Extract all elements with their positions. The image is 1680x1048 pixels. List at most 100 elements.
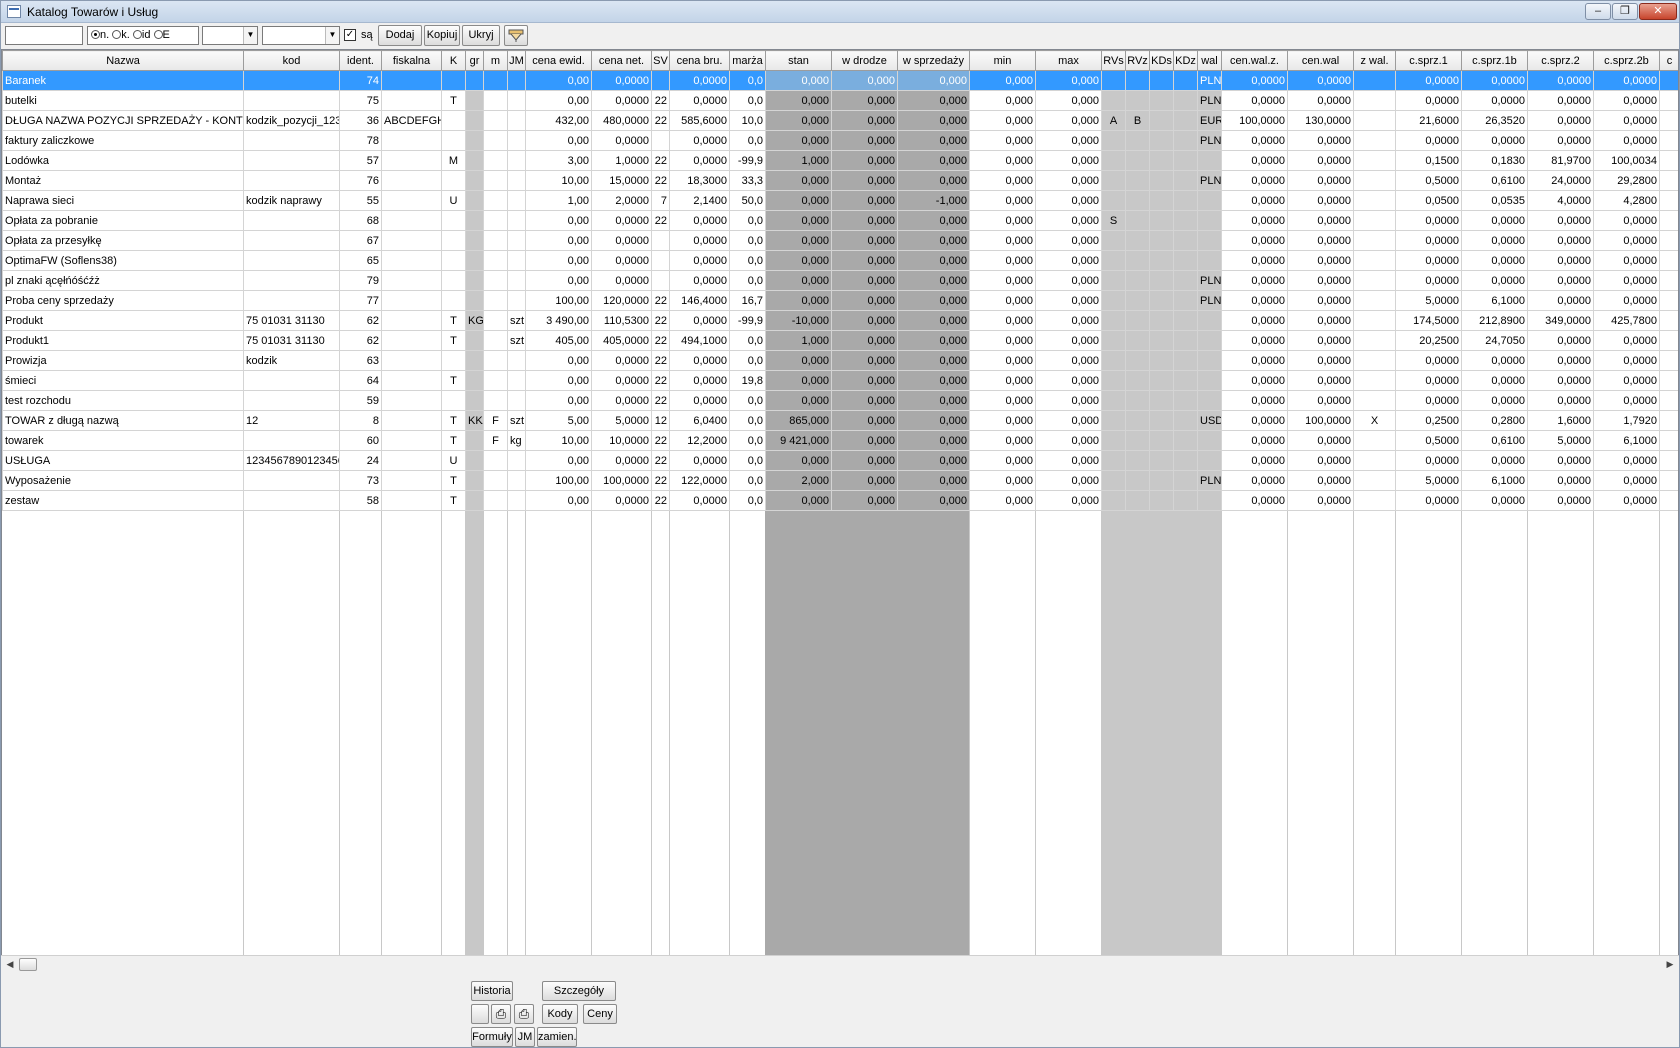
table-cell[interactable]: 0,0000 xyxy=(669,310,730,331)
table-cell[interactable]: 494,1000 xyxy=(669,330,730,351)
table-cell[interactable]: 64 xyxy=(339,370,382,391)
table-cell[interactable] xyxy=(1353,330,1396,351)
table-cell[interactable] xyxy=(1173,270,1198,291)
table-cell[interactable]: kg xyxy=(507,430,526,451)
table-cell[interactable] xyxy=(507,170,526,191)
copy-button[interactable]: Kopiuj xyxy=(424,25,460,46)
table-cell[interactable]: 0,00 xyxy=(525,70,592,91)
table-cell[interactable] xyxy=(1125,450,1150,471)
table-cell[interactable]: 480,0000 xyxy=(591,110,652,131)
table-cell[interactable]: 0,0000 xyxy=(1395,370,1462,391)
table-cell[interactable] xyxy=(381,490,442,511)
table-cell[interactable]: 0,000 xyxy=(1035,90,1102,111)
table-cell[interactable]: 0,000 xyxy=(765,210,832,231)
table-cell[interactable]: 0,000 xyxy=(1035,210,1102,231)
table-cell[interactable]: 0,0000 xyxy=(1395,70,1462,91)
radio-e[interactable] xyxy=(153,30,163,39)
table-cell[interactable]: 0,000 xyxy=(765,190,832,211)
table-row[interactable]: Proba ceny sprzedaży 77 100,00 120,0000 22 14… xyxy=(2,290,1678,311)
table-cell[interactable]: 0,0000 xyxy=(1395,390,1462,411)
table-cell[interactable]: 0,0000 xyxy=(1527,490,1594,511)
table-cell[interactable] xyxy=(1101,250,1126,271)
table-row[interactable]: TOWAR z długą nazwą128TKKAFszt5,005,0000… xyxy=(2,410,1678,431)
table-cell[interactable]: 0,0000 xyxy=(1461,390,1528,411)
table-cell[interactable]: ABCDEFGH xyxy=(381,110,442,131)
table-cell[interactable]: 0,000 xyxy=(897,370,970,391)
table-cell[interactable]: 0,000 xyxy=(765,450,832,471)
table-cell[interactable]: 0,0000 xyxy=(1527,390,1594,411)
table-cell[interactable] xyxy=(243,210,340,231)
table-cell[interactable] xyxy=(1353,270,1396,291)
table-cell[interactable]: 0,0 xyxy=(729,470,766,491)
table-cell[interactable]: 0,0000 xyxy=(1287,330,1354,351)
table-cell[interactable]: 0,0 xyxy=(729,350,766,371)
table-cell[interactable]: 0,0000 xyxy=(669,250,730,271)
table-cell[interactable] xyxy=(1353,230,1396,251)
table-cell[interactable]: 10,0 xyxy=(729,110,766,131)
table-cell[interactable]: 36 xyxy=(339,110,382,131)
table-cell[interactable] xyxy=(381,310,442,331)
table-cell[interactable]: 0,000 xyxy=(897,90,970,111)
table-cell[interactable] xyxy=(381,230,442,251)
table-cell[interactable] xyxy=(243,170,340,191)
table-cell[interactable] xyxy=(1173,130,1198,151)
column-header[interactable]: K xyxy=(441,50,466,71)
table-cell[interactable] xyxy=(1149,150,1174,171)
column-header[interactable]: cena net. xyxy=(591,50,652,71)
table-cell[interactable]: 0,000 xyxy=(969,190,1036,211)
table-cell[interactable] xyxy=(1125,370,1150,391)
table-cell[interactable]: 22 xyxy=(651,210,670,231)
table-cell[interactable]: 0,0 xyxy=(729,70,766,91)
table-cell[interactable]: 0,0000 xyxy=(1221,450,1288,471)
table-cell[interactable]: 0,0000 xyxy=(1527,370,1594,391)
table-cell[interactable]: T xyxy=(441,490,466,511)
table-cell[interactable] xyxy=(1659,330,1678,351)
table-cell[interactable] xyxy=(1173,290,1198,311)
column-header[interactable]: stan xyxy=(765,50,832,71)
table-cell[interactable]: 0,0000 xyxy=(1527,90,1594,111)
table-cell[interactable]: 6,1000 xyxy=(1593,430,1660,451)
table-cell[interactable]: USD xyxy=(1197,410,1222,431)
table-cell[interactable]: 0,000 xyxy=(831,70,898,91)
column-header[interactable]: kod xyxy=(243,50,340,71)
table-cell[interactable] xyxy=(243,490,340,511)
table-cell[interactable] xyxy=(1353,430,1396,451)
table-cell[interactable]: 0,0000 xyxy=(591,490,652,511)
table-row[interactable]: zestaw 58 T 0,00 0,0000 22 0,0000 0,0 0,000 0,000… xyxy=(2,490,1678,511)
table-cell[interactable] xyxy=(465,130,484,151)
table-cell[interactable] xyxy=(1353,490,1396,511)
column-header[interactable]: fiskalna xyxy=(381,50,442,71)
table-cell[interactable] xyxy=(1659,430,1678,451)
table-cell[interactable]: 1,000 xyxy=(765,150,832,171)
table-cell[interactable]: zestaw xyxy=(2,490,244,511)
table-cell[interactable]: -99,9 xyxy=(729,150,766,171)
table-cell[interactable]: Naprawa sieci xyxy=(2,190,244,211)
table-cell[interactable]: 0,0000 xyxy=(1593,330,1660,351)
table-cell[interactable] xyxy=(441,390,466,411)
table-cell[interactable]: 22 xyxy=(651,90,670,111)
table-cell[interactable] xyxy=(441,250,466,271)
column-header[interactable]: w sprzedaży xyxy=(897,50,970,71)
table-cell[interactable] xyxy=(1659,70,1678,91)
table-row[interactable]: śmieci 64 T 0,00 0,0000 22 0,0000 19,8 0,000 0,00… xyxy=(2,370,1678,391)
table-cell[interactable]: 0,0000 xyxy=(1395,210,1462,231)
table-cell[interactable] xyxy=(1173,350,1198,371)
table-cell[interactable]: szt xyxy=(507,410,526,431)
table-cell[interactable]: 0,000 xyxy=(1035,150,1102,171)
column-header[interactable]: JM xyxy=(507,50,526,71)
table-cell[interactable] xyxy=(381,210,442,231)
table-cell[interactable] xyxy=(1173,450,1198,471)
table-cell[interactable]: PLN xyxy=(1197,130,1222,151)
minimize-button[interactable]: – xyxy=(1585,3,1611,20)
table-cell[interactable] xyxy=(483,90,508,111)
table-cell[interactable] xyxy=(1149,90,1174,111)
table-cell[interactable] xyxy=(1353,90,1396,111)
table-cell[interactable]: 0,000 xyxy=(831,470,898,491)
table-cell[interactable]: 0,000 xyxy=(897,410,970,431)
table-cell[interactable] xyxy=(243,370,340,391)
table-cell[interactable]: 0,000 xyxy=(897,450,970,471)
table-cell[interactable]: 0,0000 xyxy=(1527,230,1594,251)
table-cell[interactable] xyxy=(1197,210,1222,231)
table-cell[interactable]: 0,000 xyxy=(969,450,1036,471)
table-cell[interactable]: 0,000 xyxy=(969,210,1036,231)
